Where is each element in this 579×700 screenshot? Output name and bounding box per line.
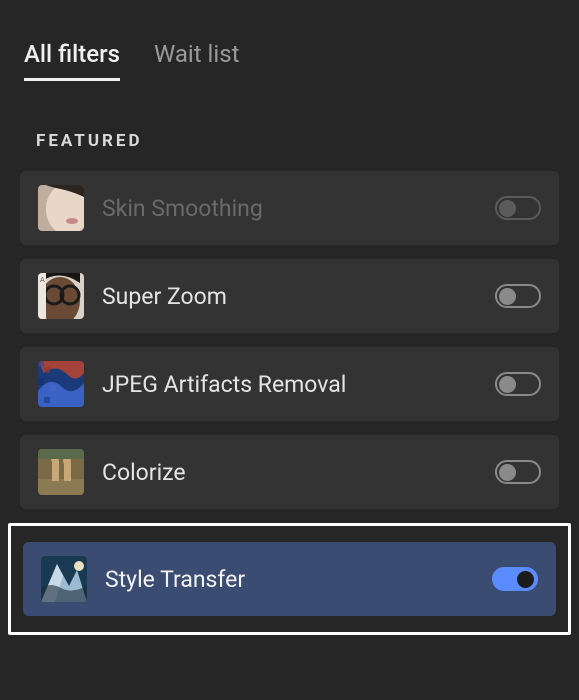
toggle-style-transfer[interactable] bbox=[492, 567, 538, 591]
tabs-bar: All filters Wait list bbox=[20, 40, 559, 81]
filter-list: Skin Smoothing A Super Zoom bbox=[20, 171, 559, 635]
filter-label: JPEG Artifacts Removal bbox=[102, 371, 477, 398]
tab-wait-list[interactable]: Wait list bbox=[154, 40, 240, 81]
skin-smoothing-thumb-icon bbox=[38, 185, 84, 231]
filter-item-skin-smoothing[interactable]: Skin Smoothing bbox=[20, 171, 559, 245]
tab-all-filters[interactable]: All filters bbox=[24, 40, 120, 81]
style-transfer-thumb-icon bbox=[41, 556, 87, 602]
highlight-box: Style Transfer bbox=[8, 523, 571, 635]
jpeg-artifacts-thumb-icon bbox=[38, 361, 84, 407]
filter-item-colorize[interactable]: Colorize bbox=[20, 435, 559, 509]
section-title-featured: FEATURED bbox=[20, 131, 559, 151]
toggle-colorize[interactable] bbox=[495, 460, 541, 484]
super-zoom-thumb-icon: A bbox=[38, 273, 84, 319]
filter-item-jpeg-artifacts[interactable]: JPEG Artifacts Removal bbox=[20, 347, 559, 421]
toggle-super-zoom[interactable] bbox=[495, 284, 541, 308]
filter-label: Style Transfer bbox=[105, 566, 474, 593]
toggle-skin-smoothing[interactable] bbox=[495, 196, 541, 220]
filter-label: Skin Smoothing bbox=[102, 195, 477, 222]
filter-item-style-transfer[interactable]: Style Transfer bbox=[23, 542, 556, 616]
filter-label: Colorize bbox=[102, 459, 477, 486]
filter-item-super-zoom[interactable]: A Super Zoom bbox=[20, 259, 559, 333]
toggle-jpeg-artifacts[interactable] bbox=[495, 372, 541, 396]
filter-label: Super Zoom bbox=[102, 283, 477, 310]
svg-text:A: A bbox=[40, 277, 45, 284]
neural-filters-panel: All filters Wait list FEATURED Skin Smoo… bbox=[0, 0, 579, 655]
colorize-thumb-icon bbox=[38, 449, 84, 495]
